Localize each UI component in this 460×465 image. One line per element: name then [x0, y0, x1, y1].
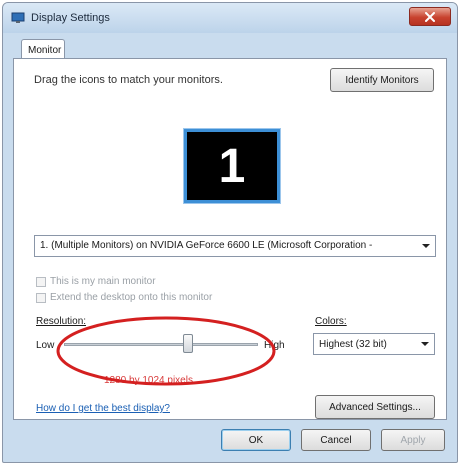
monitor-tile-1[interactable]: 1 [183, 128, 281, 204]
cancel-button[interactable]: Cancel [301, 429, 371, 451]
best-display-help-link[interactable]: How do I get the best display? [36, 403, 170, 414]
resolution-slider-track[interactable] [64, 343, 258, 346]
resolution-label: Resolution: [36, 316, 87, 327]
main-monitor-checkbox[interactable] [36, 276, 46, 287]
close-icon [425, 11, 435, 22]
monitor-select[interactable]: 1. (Multiple Monitors) on NVIDIA GeForce… [34, 235, 436, 257]
resolution-slider-thumb[interactable] [183, 334, 194, 353]
extend-desktop-checkbox-row[interactable]: Extend the desktop onto this monitor [36, 292, 212, 303]
window-title: Display Settings [31, 12, 110, 24]
close-button[interactable] [409, 7, 451, 26]
identify-monitors-button[interactable]: Identify Monitors [330, 68, 434, 92]
apply-button[interactable]: Apply [381, 429, 445, 451]
colors-select-value: Highest (32 bit) [319, 339, 387, 350]
extend-desktop-checkbox-label: Extend the desktop onto this monitor [50, 292, 213, 303]
monitor-tab-panel: Drag the icons to match your monitors. I… [13, 58, 447, 420]
main-monitor-checkbox-label: This is my main monitor [50, 276, 156, 287]
instruction-text: Drag the icons to match your monitors. [34, 74, 223, 86]
colors-label: Colors: [315, 316, 347, 327]
monitor-tile-number: 1 [218, 139, 246, 193]
advanced-settings-button[interactable]: Advanced Settings... [315, 395, 435, 419]
resolution-high-label: High [264, 340, 285, 351]
colors-select[interactable]: Highest (32 bit) [313, 333, 435, 355]
chevron-down-icon [421, 241, 431, 251]
display-settings-window: Display Settings Monitor Drag the icons … [2, 2, 458, 463]
tab-monitor[interactable]: Monitor [21, 39, 65, 59]
main-monitor-checkbox-row[interactable]: This is my main monitor [36, 276, 156, 287]
ok-button[interactable]: OK [221, 429, 291, 451]
chevron-down-icon [420, 339, 430, 349]
resolution-value-text: 1280 by 1024 pixels [104, 375, 193, 386]
extend-desktop-checkbox[interactable] [36, 292, 46, 303]
resolution-low-label: Low [36, 340, 55, 351]
title-bar[interactable]: Display Settings [3, 3, 457, 33]
monitor-select-value: 1. (Multiple Monitors) on NVIDIA GeForce… [40, 240, 373, 251]
tab-strip: Monitor [11, 37, 449, 59]
display-settings-app-icon [11, 12, 25, 24]
